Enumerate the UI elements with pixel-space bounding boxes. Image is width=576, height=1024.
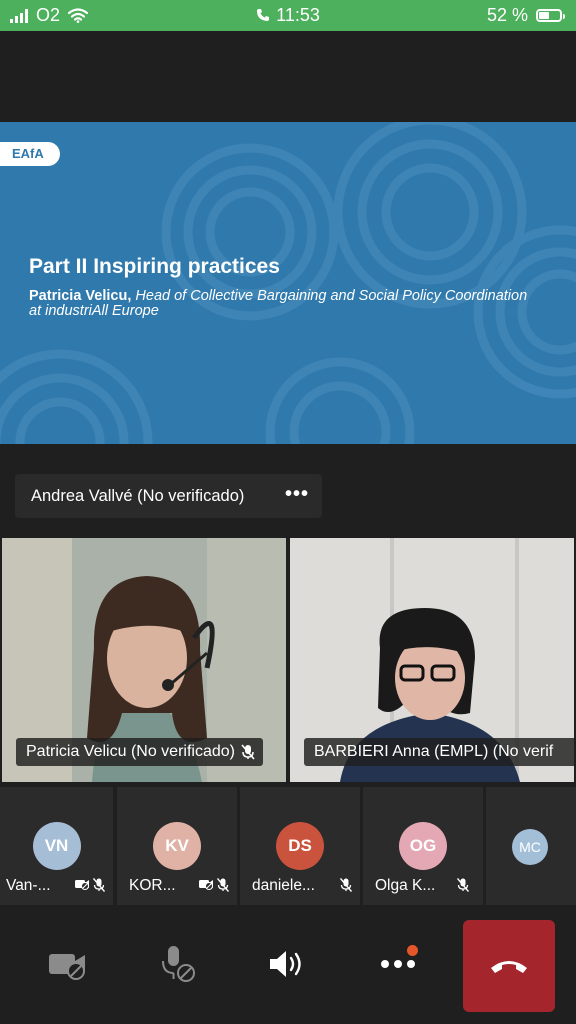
slide-subtitle: Patricia Velicu, Head of Collective Barg… (29, 289, 529, 319)
participant-status-icons (457, 878, 469, 892)
call-toolbar (0, 918, 576, 1024)
participant-tile[interactable]: OG Olga K... (363, 787, 483, 905)
participant-tile[interactable]: MC (486, 787, 576, 905)
avatar: KV (153, 822, 201, 870)
microphone-toggle-button[interactable] (158, 944, 198, 984)
camera-toggle-button[interactable] (48, 944, 88, 984)
participant-tile[interactable]: KV KOR... (117, 787, 237, 905)
camera-off-icon (49, 954, 85, 980)
participant-status-icons (199, 878, 229, 892)
participant-status-icons (75, 878, 105, 892)
mic-muted-icon (457, 878, 469, 892)
eafa-logo: EAfA (0, 142, 60, 166)
avatar: DS (276, 822, 324, 870)
slide-subtitle-name: Patricia Velicu, (29, 288, 132, 304)
call-active-icon (257, 9, 270, 21)
video-tile-barbieri[interactable]: BARBIERI Anna (EMPL) (No verif (290, 538, 574, 782)
status-time: 11:53 (276, 5, 320, 25)
camera-off-icon (199, 880, 213, 890)
participant-tile[interactable]: DS daniele... (240, 787, 360, 905)
slide-title: Part II Inspiring practices (29, 255, 280, 278)
status-bar: O2 11:53 52 % (0, 0, 576, 31)
end-call-button[interactable] (463, 920, 555, 1012)
battery-icon (536, 9, 565, 22)
microphone-off-icon (162, 946, 195, 982)
participant-name: Van-... (6, 877, 51, 894)
participant-name: daniele... (252, 877, 315, 894)
avatar: MC (512, 829, 548, 865)
video-participant-name: Patricia Velicu (No verificado) (26, 743, 235, 760)
camera-off-icon (75, 880, 89, 890)
battery-fill (539, 12, 549, 19)
status-right: 52 % (486, 5, 565, 26)
mic-muted-icon (217, 878, 229, 892)
video-label: Patricia Velicu (No verificado) (16, 738, 263, 766)
speaker-icon (270, 951, 301, 977)
mic-muted-icon (93, 878, 105, 892)
avatar: OG (399, 822, 447, 870)
active-speaker-pill[interactable]: Andrea Vallvé (No verificado) ••• (15, 474, 322, 518)
slide-background-pattern (0, 122, 576, 444)
avatar: VN (32, 822, 81, 870)
participant-status-icons (340, 878, 352, 892)
video-label: BARBIERI Anna (EMPL) (No verif (304, 738, 574, 766)
participant-tile[interactable]: VN Van-... (0, 787, 113, 905)
more-horizontal-icon (381, 960, 415, 968)
video-participant-name: BARBIERI Anna (EMPL) (No verif (314, 743, 554, 760)
mic-muted-icon (241, 744, 255, 760)
shared-slide: EAfA Part II Inspiring practices Patrici… (0, 122, 576, 444)
mic-muted-icon (340, 878, 352, 892)
notification-dot (407, 945, 418, 956)
video-tile-patricia[interactable]: Patricia Velicu (No verificado) (2, 538, 286, 782)
hang-up-icon (491, 961, 527, 973)
more-actions-button[interactable] (378, 944, 418, 984)
participant-name: KOR... (129, 877, 176, 894)
speaker-button[interactable] (268, 944, 308, 984)
active-speaker-name: Andrea Vallvé (No verificado) (31, 487, 245, 505)
participant-name: Olga K... (375, 877, 436, 894)
more-options-icon[interactable]: ••• (285, 483, 309, 506)
battery-percent: 52 % (486, 5, 528, 25)
